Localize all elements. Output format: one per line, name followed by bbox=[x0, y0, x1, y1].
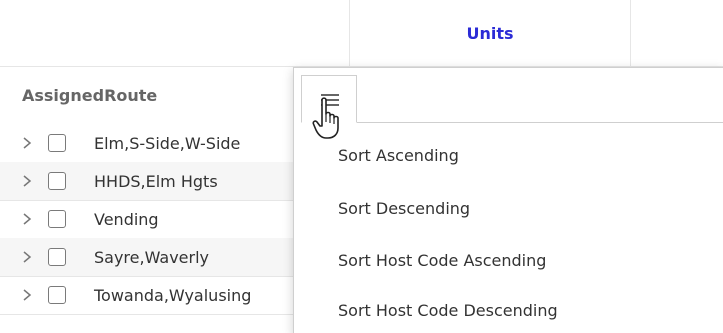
assigned-route-cell: HHDS,Elm Hgts bbox=[94, 171, 218, 191]
chevron-right-icon[interactable] bbox=[20, 171, 34, 191]
row-checkbox[interactable] bbox=[48, 210, 66, 228]
column-group-header: Units bbox=[0, 0, 723, 67]
row-checkbox[interactable] bbox=[48, 134, 66, 152]
assigned-route-cell: Elm,S-Side,W-Side bbox=[94, 133, 241, 153]
chevron-right-icon[interactable] bbox=[20, 133, 34, 153]
grid-view: Units AssignedRoute Elm,S-Side,W-Side HH… bbox=[0, 0, 723, 333]
sort-host-code-ascending-item[interactable]: Sort Host Code Ascending bbox=[338, 251, 546, 270]
chevron-right-icon[interactable] bbox=[20, 209, 34, 229]
column-divider bbox=[630, 0, 631, 66]
sort-descending-item[interactable]: Sort Descending bbox=[338, 199, 470, 218]
hand-pointer-icon bbox=[312, 96, 346, 144]
assigned-route-cell: Towanda,Wyalusing bbox=[94, 285, 252, 305]
sort-ascending-item[interactable]: Sort Ascending bbox=[338, 146, 459, 165]
sort-host-code-descending-item[interactable]: Sort Host Code Descending bbox=[338, 301, 558, 320]
row-checkbox[interactable] bbox=[48, 286, 66, 304]
row-checkbox[interactable] bbox=[48, 248, 66, 266]
column-menu-popup: Sort Ascending Sort Descending Sort Host… bbox=[293, 67, 723, 333]
chevron-right-icon[interactable] bbox=[20, 285, 34, 305]
assigned-route-column-header[interactable]: AssignedRoute bbox=[22, 86, 157, 105]
row-checkbox[interactable] bbox=[48, 172, 66, 190]
menu-tab-divider bbox=[357, 122, 723, 123]
assigned-route-cell: Vending bbox=[94, 209, 159, 229]
chevron-right-icon[interactable] bbox=[20, 247, 34, 267]
assigned-route-cell: Sayre,Waverly bbox=[94, 247, 209, 267]
units-column-header[interactable]: Units bbox=[350, 0, 630, 66]
